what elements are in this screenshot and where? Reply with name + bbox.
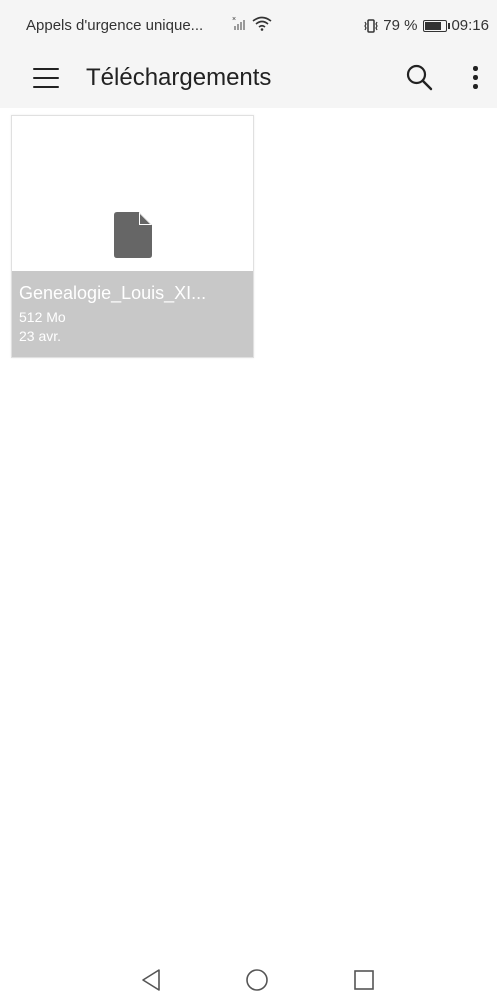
- battery-icon: [423, 19, 451, 32]
- status-right: 79 % 09:16: [363, 17, 489, 34]
- wifi-icon: [252, 16, 272, 31]
- back-triangle-icon[interactable]: [140, 968, 162, 992]
- battery-percent: 79 %: [383, 17, 418, 34]
- file-info-panel: Genealogie_Louis_XI... 512 Mo 23 avr.: [12, 271, 253, 357]
- page-title: Téléchargements: [86, 64, 272, 91]
- signal-x-icon: ×: [232, 16, 245, 30]
- more-vert-icon[interactable]: [466, 63, 484, 93]
- carrier-text: Appels d'urgence unique...: [26, 17, 204, 34]
- clock: 09:16: [451, 17, 489, 34]
- status-bar: Appels d'urgence unique... × 79 % 09:16: [0, 0, 497, 46]
- signal-wifi-group: ×: [232, 15, 272, 36]
- home-circle-icon[interactable]: [245, 968, 269, 992]
- hamburger-menu-icon[interactable]: [33, 68, 59, 89]
- file-card[interactable]: Genealogie_Louis_XI... 512 Mo 23 avr.: [11, 115, 254, 358]
- file-date: 23 avr.: [19, 328, 62, 344]
- file-name: Genealogie_Louis_XI...: [19, 283, 207, 303]
- svg-text:×: ×: [232, 16, 236, 23]
- file-icon: [114, 212, 152, 258]
- battery-fill: [425, 21, 442, 30]
- recent-square-icon[interactable]: [352, 968, 376, 992]
- vibrate-icon: [364, 18, 378, 33]
- search-icon[interactable]: [405, 63, 433, 91]
- app-bar: Téléchargements: [0, 46, 497, 108]
- file-size: 512 Mo: [19, 309, 66, 325]
